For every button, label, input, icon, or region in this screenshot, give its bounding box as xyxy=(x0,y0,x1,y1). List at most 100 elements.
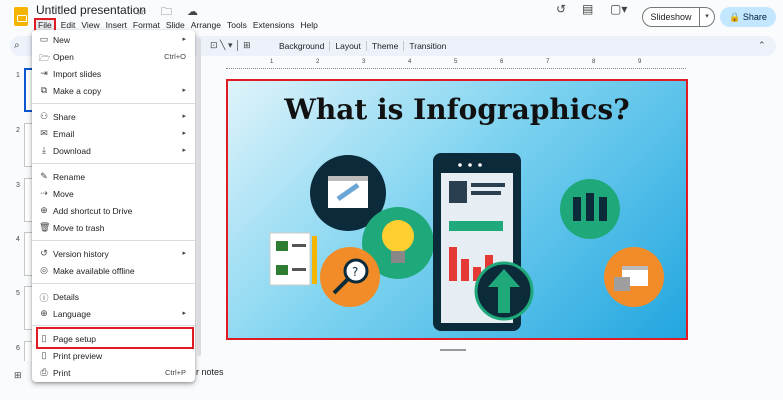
slide-number: 5 xyxy=(16,290,20,297)
infographic-illustration: ? xyxy=(269,153,664,331)
rename-icon: ✎ xyxy=(40,171,48,181)
ruler[interactable]: 1 2 3 4 5 6 7 8 9 xyxy=(226,59,686,67)
menu-item-rename[interactable]: ✎ Rename xyxy=(32,170,195,185)
grid-view-icon[interactable]: ⊞ xyxy=(14,370,22,381)
menu-item-label: Print preview xyxy=(53,351,103,361)
menu-item-email[interactable]: ✉ Email ▸ xyxy=(32,127,195,142)
history-icon[interactable]: ↺ xyxy=(556,2,566,16)
toolbar-transition-button[interactable]: Transition xyxy=(403,41,451,51)
menu-item-label: Move to trash xyxy=(53,223,105,233)
menu-item-version-history[interactable]: ↺ Version history ▸ xyxy=(32,247,195,262)
submenu-arrow-icon: ▸ xyxy=(182,250,186,257)
copy-icon: ⧉ xyxy=(40,85,48,95)
toolbar-theme-button[interactable]: Theme xyxy=(365,41,403,51)
slide-canvas[interactable]: What is Infographics? ? xyxy=(226,79,688,340)
menu-separator xyxy=(32,240,195,241)
document-title[interactable]: Untitled presentation xyxy=(36,3,146,17)
offline-icon: ◎ xyxy=(40,265,48,275)
menu-item-download[interactable]: ⤓ Download ▸ xyxy=(32,144,195,159)
menu-separator xyxy=(32,103,195,104)
comments-icon[interactable]: ▤ xyxy=(582,2,593,16)
language-icon: ⊕ xyxy=(40,308,48,318)
menu-help[interactable]: Help xyxy=(299,19,318,31)
menu-item-label: Import slides xyxy=(53,69,102,79)
top-bar: Untitled presentation ☆ 🗀 ☁ File Edit View… xyxy=(0,0,783,34)
checklist-icon xyxy=(269,232,317,286)
slide-number: 1 xyxy=(16,72,20,79)
menu-item-make-available-offline[interactable]: ◎ Make available offline xyxy=(32,264,195,279)
page-setup-highlight xyxy=(36,327,194,349)
camera-icon[interactable]: ▢▾ xyxy=(610,2,627,16)
menu-item-move-to-trash[interactable]: 🗑 Move to trash xyxy=(32,221,195,236)
question-search-icon: ? xyxy=(320,247,380,307)
menu-tools[interactable]: Tools xyxy=(226,19,248,31)
ruler-number: 3 xyxy=(362,59,366,65)
slideshow-button[interactable]: Slideshow xyxy=(642,7,700,27)
import-icon: ⇥ xyxy=(40,68,48,78)
search-menus-icon[interactable]: ⌕ xyxy=(14,40,20,51)
menu-item-label: Make a copy xyxy=(53,86,102,96)
trash-icon: 🗑 xyxy=(39,222,51,232)
ruler-number: 2 xyxy=(316,59,320,65)
menu-item-open[interactable]: 🗁 Open Ctrl+O xyxy=(32,50,195,65)
menu-item-make-a-copy[interactable]: ⧉ Make a copy ▸ xyxy=(32,84,195,99)
slide-number: 2 xyxy=(16,127,20,134)
menu-item-shortcut: Ctrl+O xyxy=(164,52,186,61)
submenu-arrow-icon: ▸ xyxy=(182,87,186,94)
menu-item-new[interactable]: ▭ New ▸ xyxy=(32,33,195,48)
collapse-toolbar-icon[interactable]: ⌃ xyxy=(758,40,766,51)
toolbar-background-button[interactable]: Background xyxy=(274,41,329,51)
slides-logo-icon[interactable] xyxy=(14,7,28,26)
menu-item-label: Share xyxy=(53,112,76,122)
toolbar-shape-tools[interactable]: ⊡ ╲ ▾ │ ⊞ xyxy=(210,40,251,51)
menu-item-print[interactable]: ⎙ Print Ctrl+P xyxy=(32,366,195,381)
ruler-number: 5 xyxy=(454,59,458,65)
submenu-arrow-icon: ▸ xyxy=(182,36,186,43)
ruler-number: 7 xyxy=(546,59,550,65)
open-icon: 🗁 xyxy=(39,53,51,63)
menu-scrollbar[interactable] xyxy=(197,38,201,356)
menu-item-import-slides[interactable]: ⇥ Import slides xyxy=(32,67,195,82)
menu-item-print-preview[interactable]: ▯ Print preview xyxy=(32,349,195,364)
move-icon: ⇢ xyxy=(40,188,48,198)
menu-item-label: Language xyxy=(53,309,91,319)
menu-item-label: New xyxy=(53,35,71,45)
email-icon: ✉ xyxy=(40,128,48,138)
ruler-number: 6 xyxy=(500,59,504,65)
toolbar-layout-button[interactable]: Layout xyxy=(329,41,366,51)
menu-item-label: Email xyxy=(53,129,75,139)
menu-separator xyxy=(32,283,195,284)
slideshow-dropdown-icon[interactable]: ▾ xyxy=(700,7,715,27)
share-button[interactable]: 🔒 Share xyxy=(720,7,776,27)
ruler-number: 1 xyxy=(270,59,274,65)
toolbar-labels: Background Layout Theme Transition xyxy=(274,41,451,51)
menu-item-move[interactable]: ⇢ Move xyxy=(32,187,195,202)
slide-number: 4 xyxy=(16,236,20,243)
svg-text:?: ? xyxy=(352,265,358,279)
menu-arrange[interactable]: Arrange xyxy=(190,19,222,31)
menu-item-shortcut: Ctrl+P xyxy=(164,368,186,377)
menu-item-label: Version history xyxy=(53,249,109,259)
menu-item-label: Print xyxy=(53,368,71,378)
menu-item-label: Rename xyxy=(53,172,86,182)
menu-extensions[interactable]: Extensions xyxy=(252,19,296,31)
slide-resize-handle[interactable] xyxy=(440,349,466,351)
menu-item-add-shortcut-to-drive[interactable]: ⊕ Add shortcut to Drive xyxy=(32,204,195,219)
settings-window-icon xyxy=(604,247,664,307)
menu-item-label: Download xyxy=(53,146,91,156)
menu-item-details[interactable]: ⓘ Details xyxy=(32,290,195,305)
history-icon: ↺ xyxy=(40,248,48,258)
menu-item-share[interactable]: ⚇ Share ▸ xyxy=(32,110,195,125)
tablet-chart-icon xyxy=(433,153,534,331)
speaker-notes-label[interactable]: r notes xyxy=(196,367,224,377)
menu-item-language[interactable]: ⊕ Language ▸ xyxy=(32,307,195,322)
submenu-arrow-icon: ▸ xyxy=(182,113,186,120)
ruler-number: 9 xyxy=(638,59,642,65)
ruler-number: 4 xyxy=(408,59,412,65)
menu-separator xyxy=(32,163,195,164)
slides-app: Untitled presentation ☆ 🗀 ☁ File Edit View… xyxy=(0,0,783,400)
ruler-line xyxy=(226,68,686,69)
menu-item-label: Move xyxy=(53,189,74,199)
details-icon: ⓘ xyxy=(39,293,49,303)
slide-number: 6 xyxy=(16,345,20,352)
